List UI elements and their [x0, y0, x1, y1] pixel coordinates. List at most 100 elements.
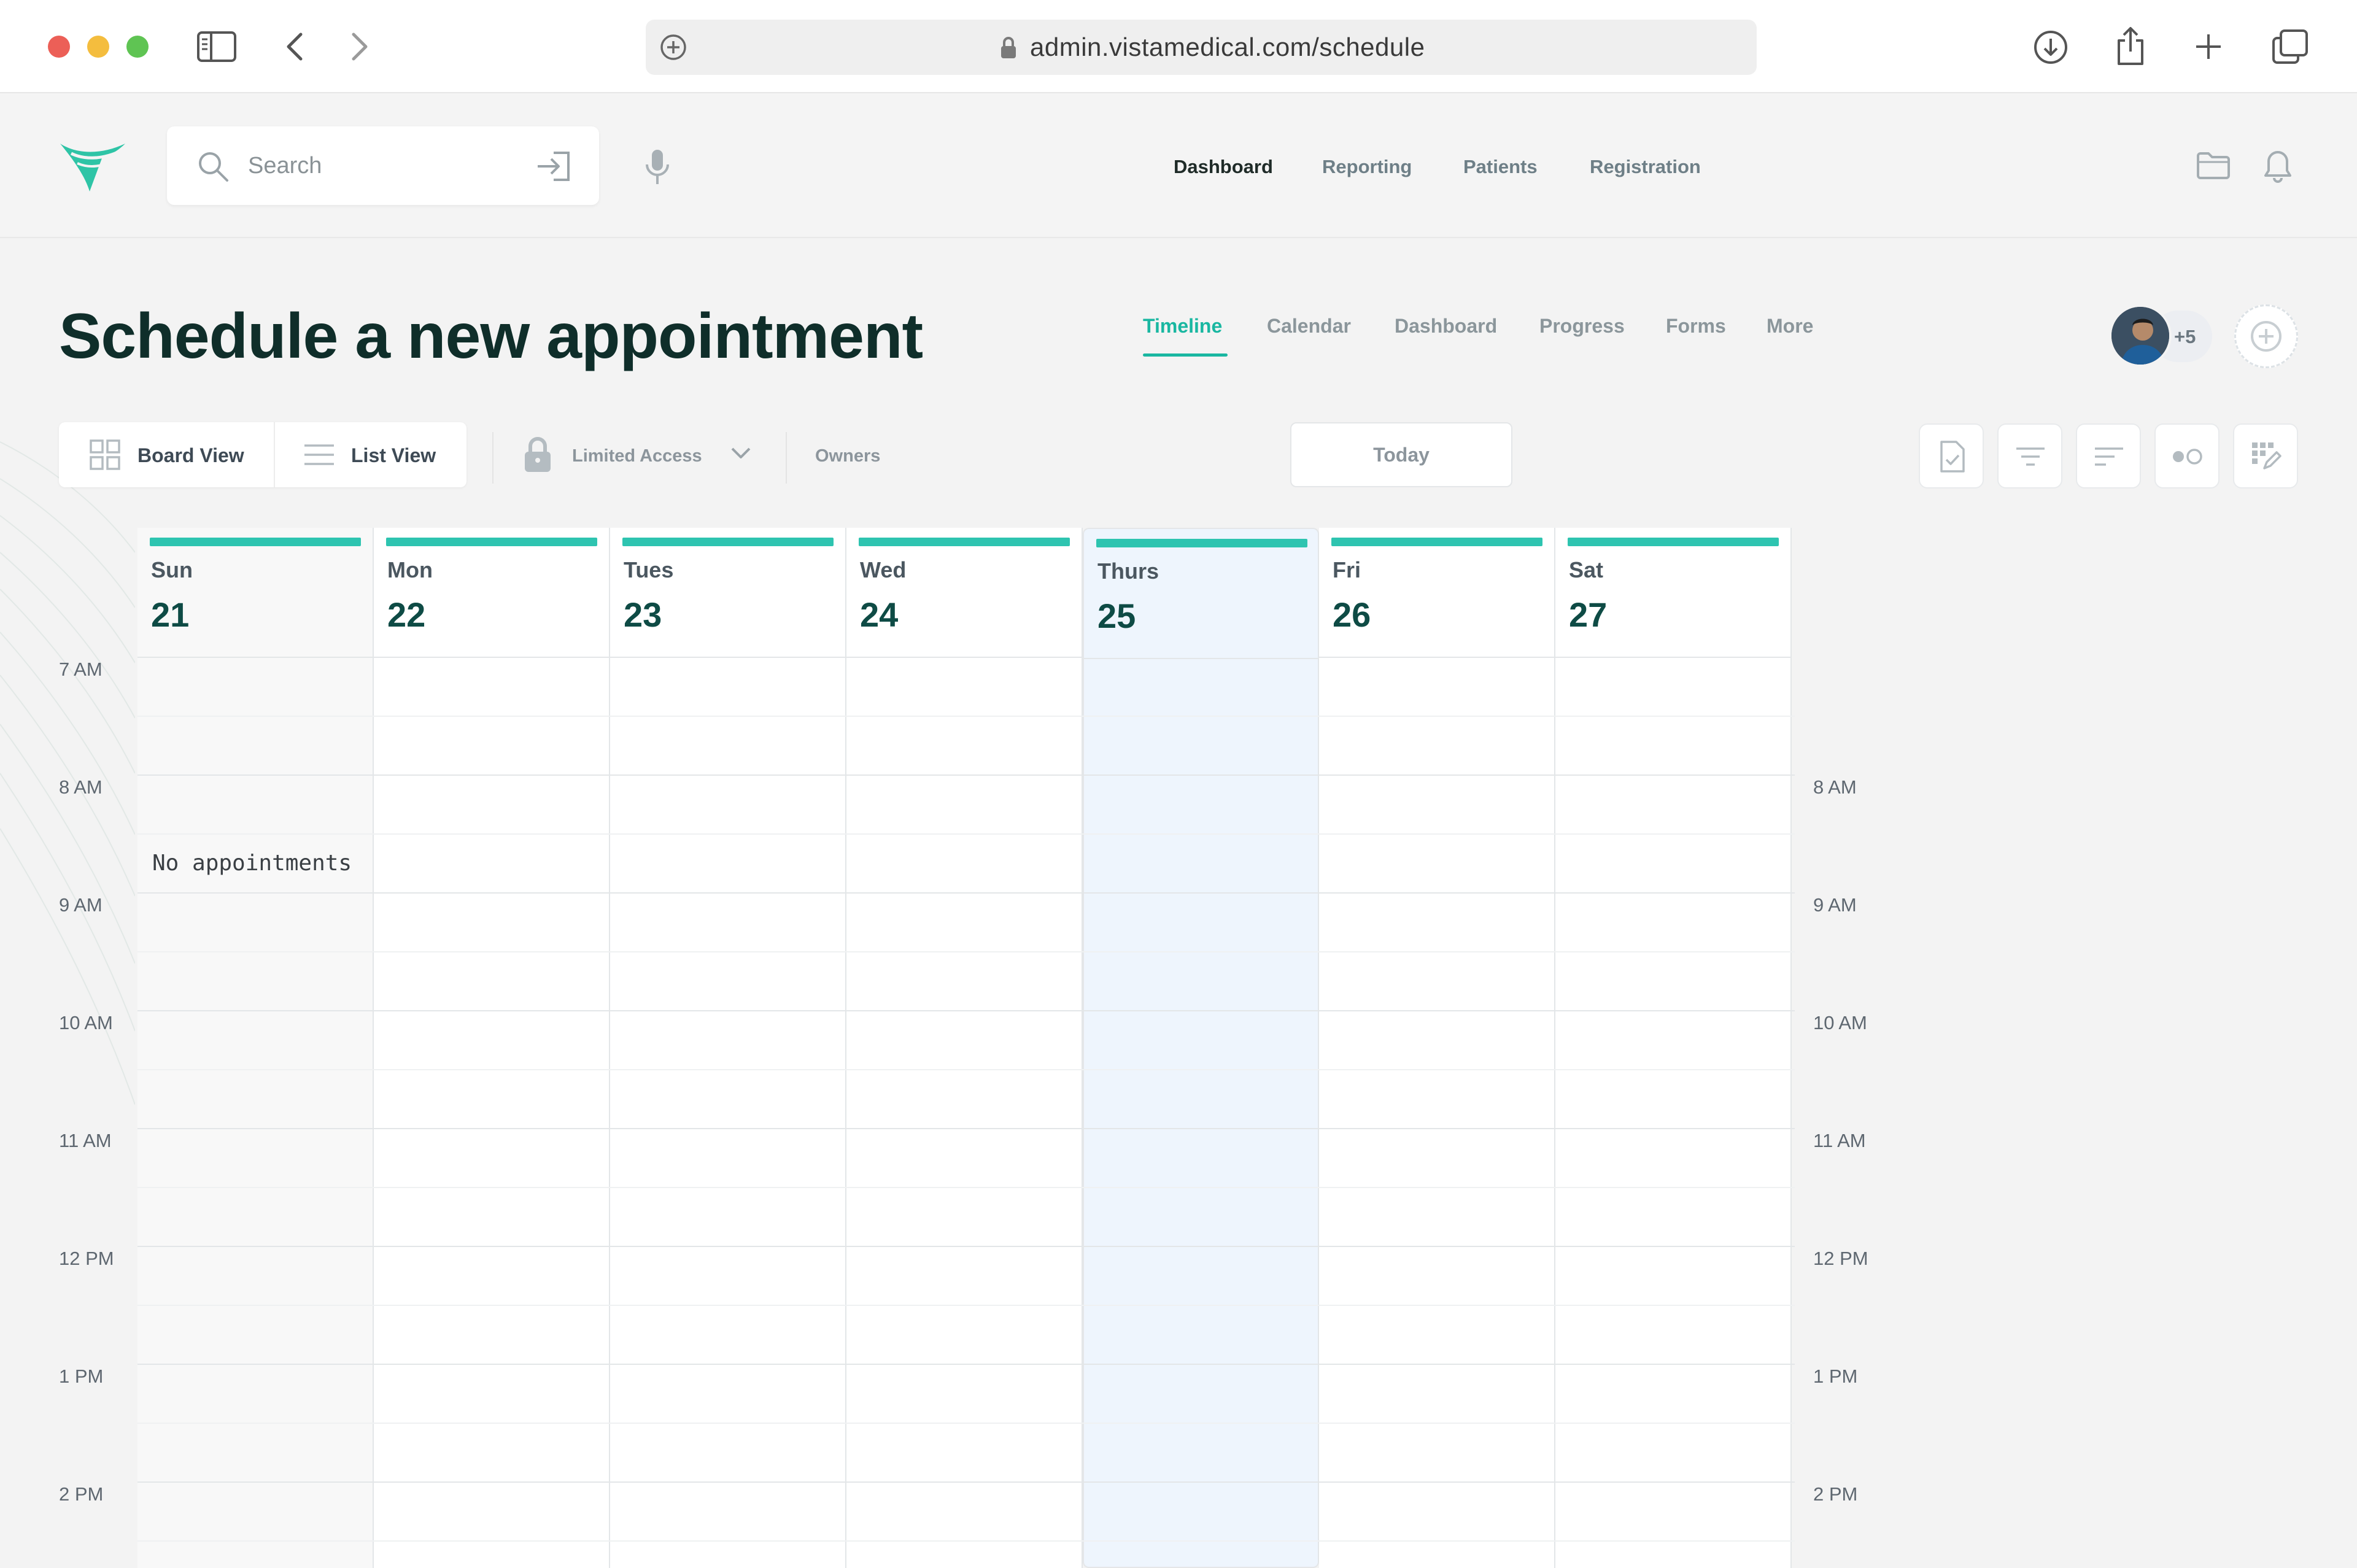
day-name: Thurs: [1097, 558, 1159, 584]
tab-forms[interactable]: Forms: [1666, 312, 1726, 340]
hour-line: [137, 1364, 1795, 1365]
time-label: 1 PM: [59, 1365, 104, 1387]
page-settings-icon[interactable]: [659, 33, 687, 61]
day-column-sun[interactable]: Sun 21: [137, 528, 374, 1568]
sign-in-icon[interactable]: [535, 151, 571, 182]
access-level-dropdown[interactable]: Limited Access: [572, 444, 702, 468]
downloads-icon[interactable]: [2033, 29, 2069, 65]
notifications-bell-icon[interactable]: [2264, 149, 2292, 184]
today-button[interactable]: Today: [1290, 422, 1512, 487]
day-column-sat[interactable]: Sat 27: [1555, 528, 1792, 1568]
day-accent-bar: [859, 538, 1070, 546]
time-label: 2 PM: [1813, 1483, 1858, 1505]
maximize-window-button[interactable]: [126, 36, 149, 58]
nav-reporting[interactable]: Reporting: [1322, 153, 1412, 180]
toolbar-divider: [786, 432, 787, 484]
add-collaborator-button[interactable]: [2234, 304, 2298, 368]
edit-grid-icon: [2252, 442, 2282, 469]
collaborators-more-count[interactable]: +5: [2174, 324, 2196, 350]
hour-line: [137, 1246, 1795, 1247]
half-hour-line: [137, 951, 1795, 952]
view-switcher-divider: [274, 422, 275, 487]
owners-filter[interactable]: Owners: [815, 444, 880, 468]
day-column-wed[interactable]: Wed 24: [846, 528, 1083, 1568]
half-hour-line: [137, 833, 1795, 835]
add-circle-icon: [2251, 321, 2282, 352]
time-label: 11 AM: [59, 1130, 112, 1151]
day-date: 21: [151, 595, 190, 634]
background-decoration: [0, 441, 135, 1105]
time-label: 12 PM: [1813, 1248, 1868, 1269]
list-view-icon: [304, 444, 334, 465]
nav-dashboard[interactable]: Dashboard: [1174, 153, 1273, 180]
time-label: 1 PM: [1813, 1365, 1858, 1387]
day-date: 23: [624, 595, 662, 634]
nav-patients[interactable]: Patients: [1463, 153, 1538, 180]
minimize-window-button[interactable]: [87, 36, 109, 58]
tab-dashboard[interactable]: Dashboard: [1395, 312, 1497, 340]
edit-grid-button[interactable]: [2233, 423, 2298, 489]
day-header: Fri 26: [1319, 528, 1554, 658]
day-header: Wed 24: [846, 528, 1082, 658]
search-box[interactable]: [167, 126, 599, 205]
tab-calendar[interactable]: Calendar: [1267, 312, 1351, 340]
half-hour-line: [137, 1069, 1795, 1070]
close-window-button[interactable]: [48, 36, 70, 58]
time-label: 10 AM: [1813, 1012, 1867, 1033]
day-header: Mon 22: [374, 528, 609, 658]
time-label: 11 AM: [1813, 1130, 1866, 1151]
week-calendar: Sun 21 Mon 22 Tues 23 Wed 24 Thurs 25 Fr…: [137, 528, 1795, 1568]
half-hour-line: [137, 716, 1795, 717]
time-label: 9 AM: [1813, 894, 1857, 916]
url-text[interactable]: admin.vistamedical.com/schedule: [1030, 29, 1425, 66]
nav-registration[interactable]: Registration: [1590, 153, 1701, 180]
microphone-icon[interactable]: [644, 149, 670, 185]
hour-line: [137, 1481, 1795, 1483]
tab-progress[interactable]: Progress: [1539, 312, 1625, 340]
board-view-button[interactable]: Board View: [137, 442, 244, 469]
day-column-thurs[interactable]: Thurs 25: [1083, 528, 1319, 1568]
active-tab-indicator: [1143, 353, 1228, 357]
filter-button[interactable]: [1997, 423, 2062, 489]
new-tab-icon[interactable]: [2194, 32, 2223, 61]
half-hour-line: [137, 1540, 1795, 1542]
tab-timeline[interactable]: Timeline: [1143, 312, 1222, 340]
day-accent-bar: [622, 538, 834, 546]
vista-logo-icon[interactable]: [59, 141, 128, 194]
document-check-button[interactable]: [1919, 423, 1984, 489]
sort-button[interactable]: [2076, 423, 2141, 489]
empty-state-message: No appointments: [152, 851, 352, 876]
day-name: Mon: [387, 557, 433, 582]
day-accent-bar: [1568, 538, 1779, 546]
tab-more[interactable]: More: [1767, 312, 1813, 340]
list-view-button[interactable]: List View: [351, 442, 436, 469]
folder-icon[interactable]: [2196, 151, 2231, 180]
back-icon[interactable]: [285, 32, 304, 61]
day-header: Sat 27: [1555, 528, 1790, 658]
document-check-icon: [1940, 441, 1965, 473]
toggle-icon: [2173, 449, 2202, 465]
share-icon[interactable]: [2115, 26, 2146, 66]
day-header: Thurs 25: [1084, 529, 1318, 659]
search-icon: [199, 152, 228, 182]
forward-icon[interactable]: [350, 32, 370, 61]
day-date: 25: [1097, 597, 1136, 635]
day-header: Tues 23: [610, 528, 845, 658]
sidebar-toggle-icon[interactable]: [196, 31, 237, 63]
day-date: 27: [1569, 595, 1608, 634]
day-column-fri[interactable]: Fri 26: [1319, 528, 1555, 1568]
search-input[interactable]: Search: [248, 150, 322, 181]
day-column-tues[interactable]: Tues 23: [610, 528, 846, 1568]
hour-line: [137, 892, 1795, 894]
day-date: 26: [1333, 595, 1371, 634]
half-hour-line: [137, 1187, 1795, 1188]
today-button-label: Today: [1373, 444, 1430, 466]
tab-overview-icon[interactable]: [2271, 28, 2309, 65]
day-accent-bar: [150, 538, 361, 546]
chevron-down-icon[interactable]: [730, 447, 751, 460]
day-column-mon[interactable]: Mon 22: [374, 528, 610, 1568]
toggle-button[interactable]: [2154, 423, 2220, 489]
avatar[interactable]: [2109, 304, 2172, 367]
day-name: Sat: [1569, 557, 1604, 582]
day-name: Sun: [151, 557, 193, 582]
